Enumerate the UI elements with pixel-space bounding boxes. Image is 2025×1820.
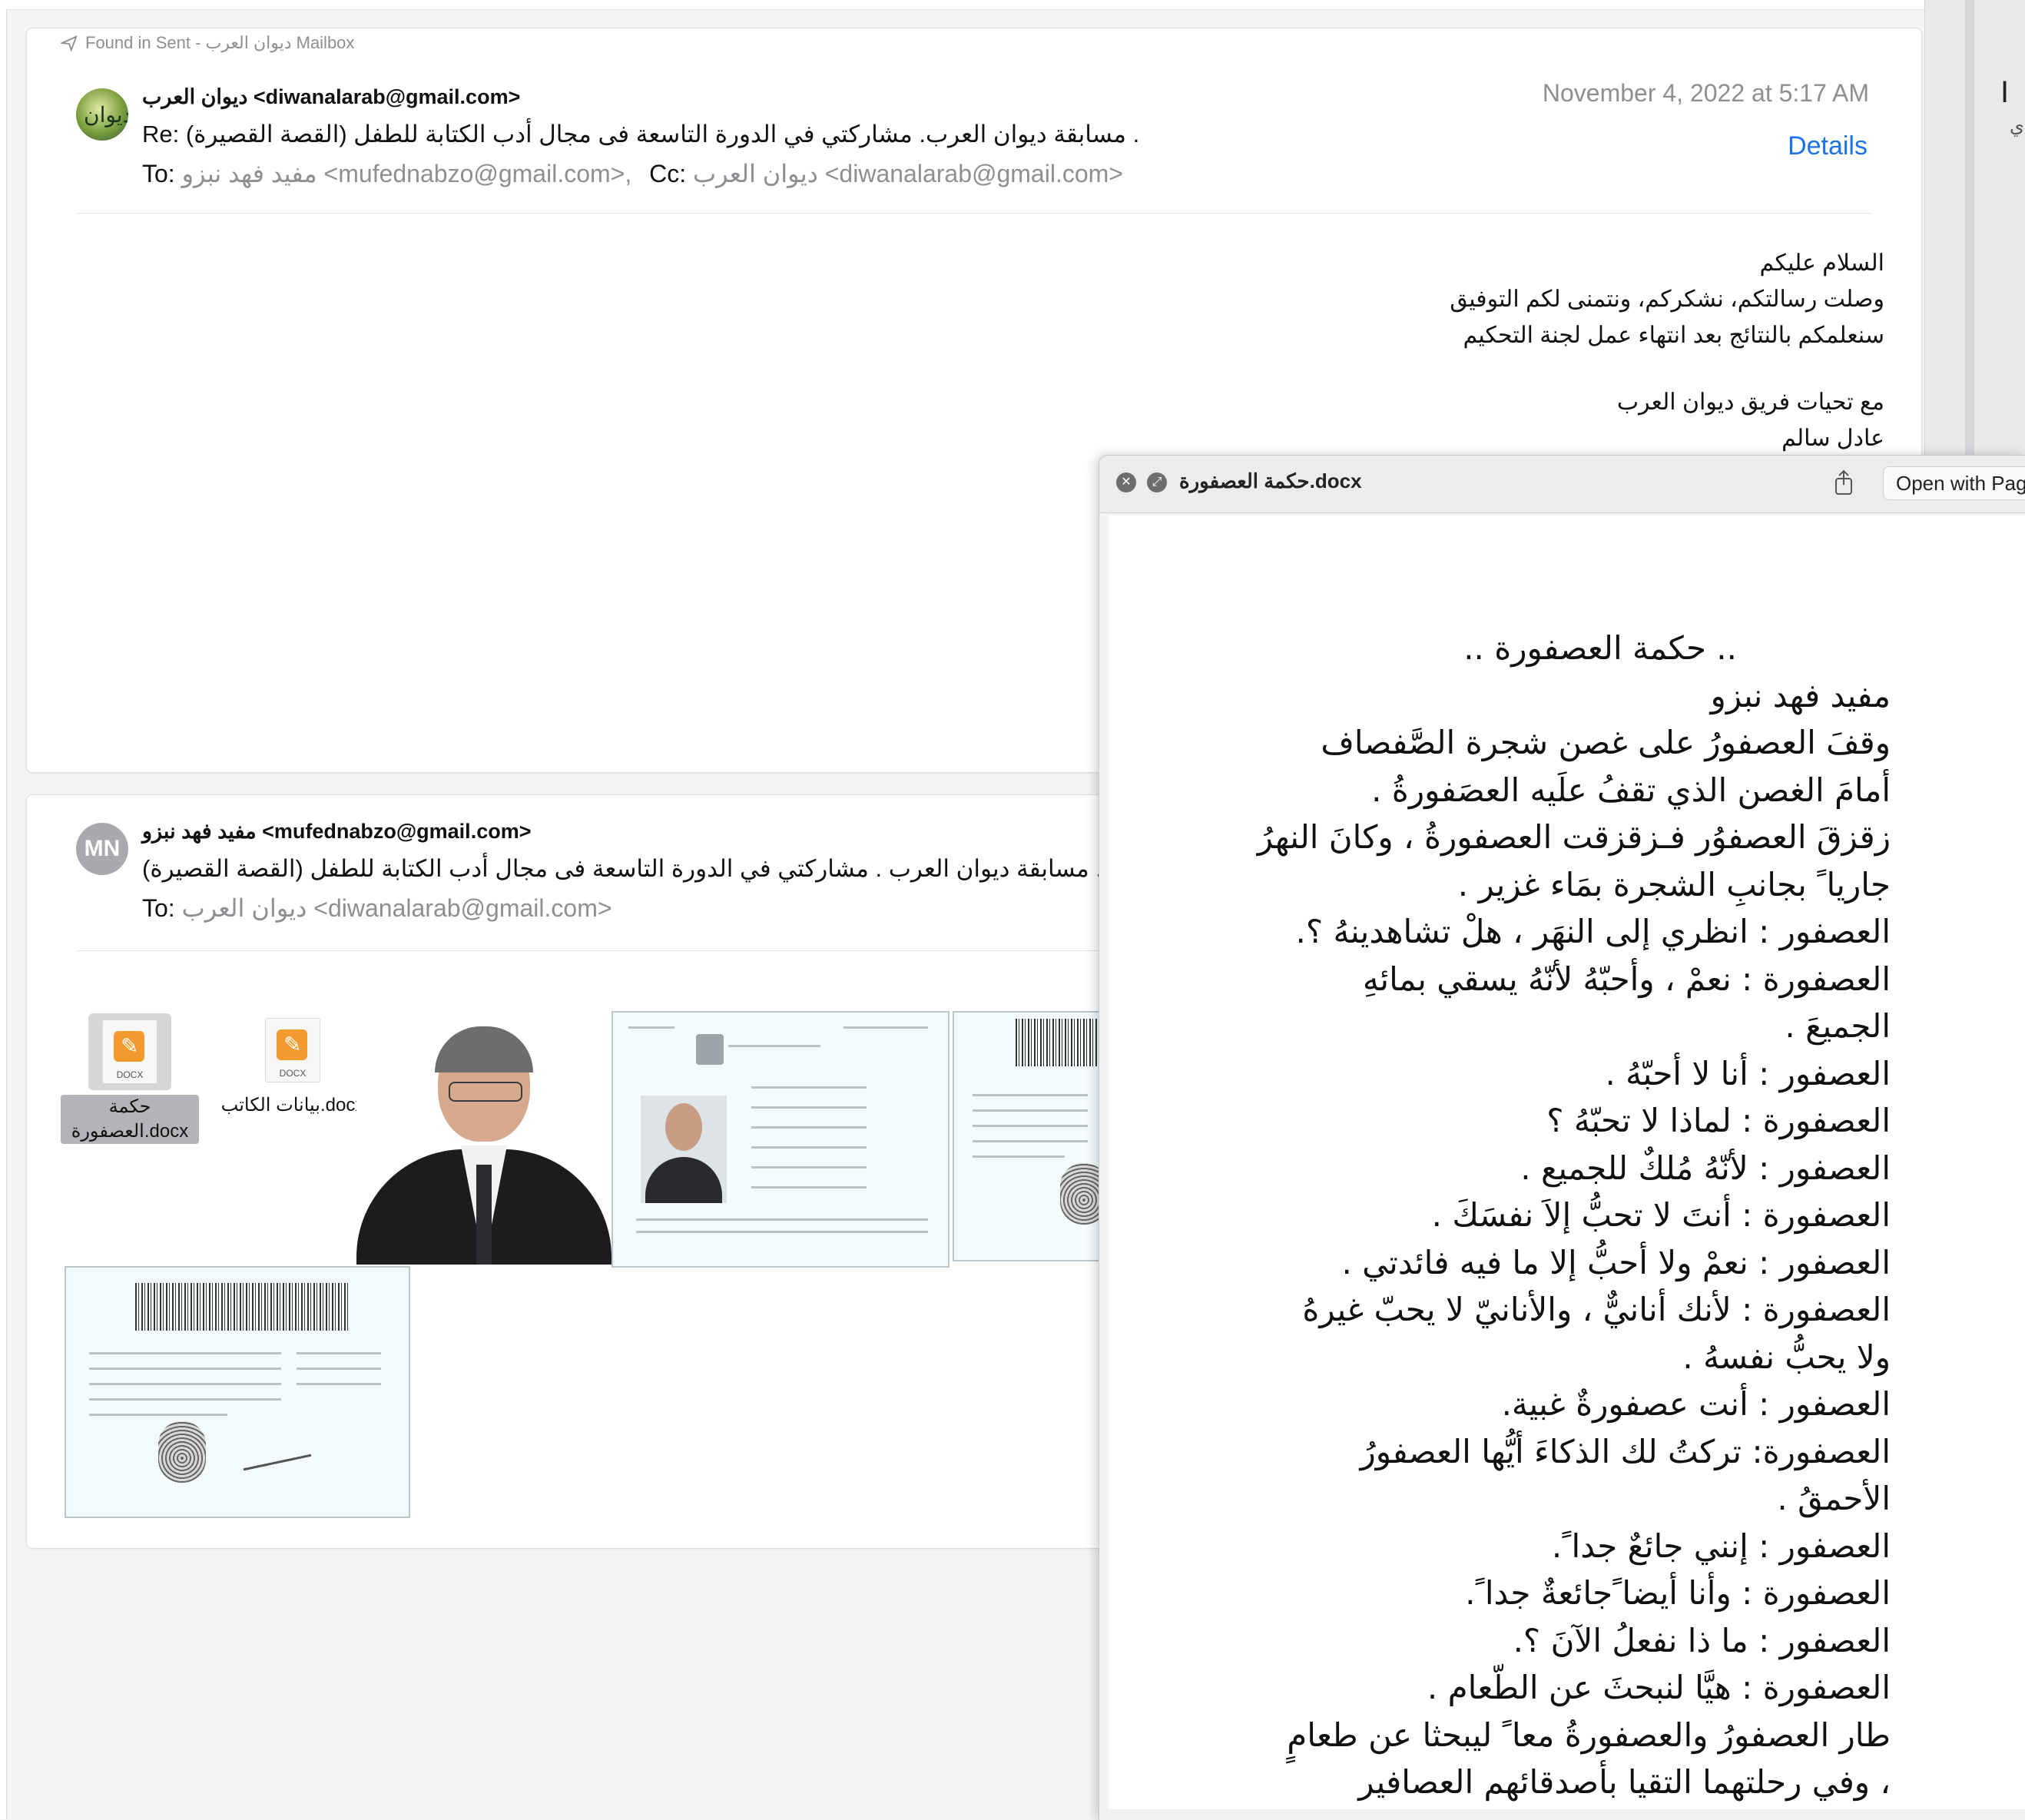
story-line: العصفور : لأنّهُ مُلكٌ للجميع . (1520, 1149, 1891, 1187)
portrait-photo[interactable] (356, 1011, 611, 1265)
story-line: العصفورة : لماذا لا تحبّهُ ؟ (1546, 1102, 1891, 1139)
body-line: السلام عليكم (1759, 250, 1884, 276)
docx-file-icon: DOCX (102, 1019, 157, 1084)
window-edge-left (0, 0, 7, 1819)
close-icon[interactable]: ✕ (1116, 472, 1136, 492)
story-line: العصفورة : نعمْ ، وأحبّهُ لأنّهُ يسقي بم… (1362, 960, 1891, 998)
found-in-text: Found in Sent - ديوان العرب Mailbox (85, 33, 355, 52)
window-edge-top (6, 0, 1927, 10)
body-line: سنعلمكم بالنتائج بعد انتهاء عمل لجنة الت… (1463, 323, 1884, 348)
fullscreen-icon[interactable]: ⤢ (1147, 472, 1167, 492)
to-label: To: (142, 894, 175, 922)
id-card-back-scan[interactable] (953, 1011, 1109, 1261)
preview-toolbar: ✕ ⤢ حكمة العصفورة.docx Open with Pag (1099, 456, 2025, 513)
message-date: November 4, 2022 at 5:17 AM (1542, 79, 1869, 107)
docx-file-icon: DOCX (265, 1018, 320, 1082)
passport-scan-image[interactable] (611, 1011, 950, 1268)
header-divider (76, 213, 1872, 214)
to-label: To: (142, 160, 175, 187)
story-line: وقفَ العصفورُ على غصن شجرة الصَّفصاف (1321, 724, 1891, 761)
preview-title: حكمة العصفورة.docx (1179, 469, 1362, 492)
message-body: السلام عليكم وصلت رسالتكم، نشكركم، ونتمن… (1116, 245, 1884, 456)
document-page: .. حكمة العصفورة .. مفيد فهد نبزو وقفَ ا… (1109, 516, 2025, 1809)
story-line: ، وفي رحلتهما التقيا بأصدقائهم العصافير (1358, 1763, 1891, 1801)
story-line: العصفورة : هيَّا لنبحثَ عن الطّعام . (1427, 1669, 1891, 1706)
story-line: العصفورة: تركتُ لك الذكاءَ أيُّها العصفو… (1360, 1432, 1891, 1470)
message-subject: Re: مسابقة ديوان العرب. مشاركتي في الدور… (142, 121, 1140, 148)
story-line: ولا يحبُّ نفسهُ . (1682, 1338, 1891, 1376)
attachment-name: بيانات الكاتب.docx (220, 1095, 365, 1116)
emblem-icon (696, 1034, 724, 1065)
story-line: الأحمقُ . (1777, 1480, 1891, 1517)
story-line: العصفور : انظري إلى النهَر ، هلْ تشاهدين… (1295, 913, 1891, 950)
attachment-docx-bayanat[interactable]: DOCX بيانات الكاتب.docx (208, 1018, 377, 1118)
quicklook-preview-window[interactable]: ✕ ⤢ حكمة العصفورة.docx Open with Pag .. … (1099, 455, 2025, 1820)
sender-name[interactable]: ديوان العرب <diwanalarab@gmail.com> (142, 85, 520, 109)
sender-logo-avatar: ديوان (76, 88, 128, 141)
story-line: العصفورة : أنتَ لا تحبُّ إلاَ نفسَكَ . (1431, 1196, 1891, 1234)
story-line: أمامَ الغصن الذي تقفُ علَيه العصَفورةُ . (1371, 771, 1891, 809)
story-title: .. حكمة العصفورة .. (1463, 629, 1737, 667)
details-link[interactable]: Details (1788, 131, 1868, 161)
story-text: .. حكمة العصفورة .. مفيد فهد نبزو وقفَ ا… (1245, 625, 1891, 1806)
attachment-docx-hikmat[interactable]: DOCX حكمة العصفورة.docx (61, 1013, 199, 1144)
story-line: العصفورة : لأنك أنانيٌّ ، والأنانيّ لا ي… (1302, 1291, 1891, 1328)
story-line: العصفورة : وأنا أيضا ًجائعةٌ جدا ً. (1465, 1574, 1891, 1612)
share-icon[interactable] (1832, 469, 1855, 496)
cc-label: Cc: (649, 160, 687, 187)
open-with-pages-button[interactable]: Open with Pag (1883, 466, 2025, 500)
story-line: العصفور : أنت عصفورةٌ غبية. (1501, 1385, 1891, 1423)
sender-name[interactable]: مفيد فهد نبزو <mufednabzo@gmail.com> (142, 820, 531, 844)
story-line: زقزقَ العصفوُر فـزقزقت العصفورةُ ، وكانَ… (1257, 818, 1891, 856)
story-line: العصفور : إنني جائعٌ جدا ً. (1551, 1527, 1891, 1565)
body-line: مع تحيات فريق ديوان العرب (1616, 390, 1884, 415)
scrollbar-track[interactable] (1965, 0, 1974, 461)
story-line: جاريا ً بجانبِ الشجرة بمَاء غزير . (1457, 865, 1891, 903)
id-card-back-scan[interactable] (65, 1266, 410, 1518)
story-author: مفيد فهد نبزو (1710, 676, 1891, 714)
cc-recipient[interactable]: ديوان العرب <diwanalarab@gmail.com> (693, 160, 1123, 187)
to-recipient[interactable]: ديوان العرب <diwanalarab@gmail.com> (182, 894, 612, 922)
paper-plane-icon (61, 35, 78, 51)
attachment-name: حكمة العصفورة.docx (61, 1095, 199, 1144)
background-window-glyph-small: ي (2010, 116, 2024, 137)
story-line: العصفور : نعمْ ولا أحبُّ إلا ما فيه فائد… (1341, 1243, 1891, 1281)
recipients-line: To: ديوان العرب <diwanalarab@gmail.com> (142, 893, 612, 923)
message-subject: مسابقة ديوان العرب . مشاركتي في الدورة ا… (142, 855, 1102, 882)
story-line: طار العصفورُ والعصفورةُ معا ً ليبحثا عن … (1287, 1716, 1891, 1754)
background-window-glyph: I (2000, 75, 2010, 109)
body-line: عادل سالم (1781, 426, 1884, 451)
story-line: الجميعَ . (1785, 1007, 1891, 1045)
story-line: العصفور : أنا لا أحبّهُ . (1605, 1054, 1891, 1092)
recipients-line: To: مفيد فهد نبزو <mufednabzo@gmail.com>… (142, 159, 1123, 188)
to-recipient[interactable]: مفيد فهد نبزو <mufednabzo@gmail.com>, (182, 160, 632, 187)
sender-avatar: MN (76, 823, 128, 875)
story-line: العصفور : ما ذا نفعلُ الآنَ ؟. (1513, 1621, 1891, 1659)
body-line: وصلت رسالتكم، نشكركم، ونتمنى لكم التوفيق (1450, 287, 1884, 312)
found-in-sent-label: Found in Sent - ديوان العرب Mailbox (61, 33, 354, 53)
